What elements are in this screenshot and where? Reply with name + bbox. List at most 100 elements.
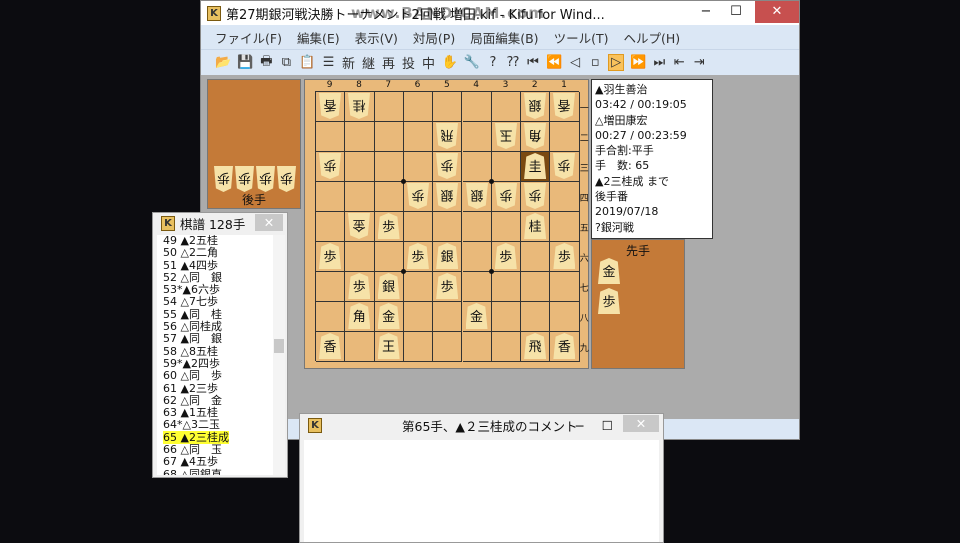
toolbar-button-icon[interactable]: 🖶 (259, 52, 273, 74)
piece-gote[interactable]: 歩 (553, 153, 575, 179)
toolbar-button-icon[interactable]: ⇥ (692, 55, 706, 70)
toolbar-button-icon[interactable]: 中 (422, 53, 436, 72)
board-cell[interactable] (433, 332, 463, 362)
kifu-move[interactable]: 64*△3二玉 (163, 419, 285, 431)
board-cell[interactable] (403, 122, 434, 152)
board-cell[interactable] (374, 152, 404, 182)
piece-gote[interactable]: 歩 (436, 153, 458, 179)
menu-item[interactable]: 編集(E) (297, 28, 340, 47)
board-cell[interactable] (316, 122, 346, 152)
toolbar-button-icon[interactable]: 💾 (237, 55, 253, 70)
piece-sente[interactable]: 金 (377, 303, 400, 329)
piece-sente[interactable]: 銀 (377, 273, 400, 299)
piece-sente[interactable]: 金 (465, 303, 488, 329)
board-cell[interactable] (491, 302, 522, 332)
piece-sente[interactable]: 角 (348, 303, 371, 329)
piece-sente[interactable]: 歩 (406, 243, 429, 269)
board-cell[interactable] (316, 302, 346, 332)
kifu-scrollbar[interactable] (273, 235, 285, 475)
board-cell[interactable] (345, 152, 375, 182)
board-cell[interactable] (521, 302, 551, 332)
board-cell[interactable] (345, 122, 375, 152)
kifu-list[interactable]: 49 ▲2五桂 50 △2二角 51 ▲4四歩 52 △同 銀 53*▲6六歩 54 △7… (157, 235, 285, 475)
board-cell[interactable] (521, 242, 551, 272)
board-cell[interactable] (550, 212, 580, 242)
board-cell[interactable] (462, 242, 492, 272)
toolbar-button-icon[interactable]: ◁ (568, 55, 582, 70)
board-cell[interactable] (462, 212, 492, 242)
piece-sente[interactable]: 王 (377, 333, 400, 359)
board-cell[interactable] (403, 332, 434, 362)
piece-gote[interactable]: 角 (524, 123, 546, 149)
board-cell[interactable] (462, 272, 492, 302)
board-cell[interactable] (491, 272, 522, 302)
board-cell[interactable] (316, 272, 346, 302)
toolbar-button-icon[interactable]: ✋ (442, 55, 458, 70)
comment-textarea[interactable] (304, 440, 659, 542)
toolbar-button-icon[interactable]: 投 (402, 53, 416, 72)
toolbar-button-icon[interactable]: ⏪ (546, 55, 562, 70)
board-cell[interactable] (403, 152, 434, 182)
menu-item[interactable]: 表示(V) (355, 28, 398, 47)
piece-gote[interactable]: 香 (319, 93, 341, 119)
board-cell[interactable] (462, 332, 492, 362)
board-cell[interactable] (374, 182, 404, 212)
piece-gote[interactable]: 香 (553, 93, 575, 119)
comment-close-button[interactable]: ✕ (623, 415, 659, 432)
piece-gote[interactable]: 飛 (436, 123, 458, 149)
board-cell[interactable] (491, 92, 522, 122)
toolbar-button-icon[interactable]: 📂 (215, 55, 231, 70)
piece-sente[interactable]: 圭 (524, 153, 547, 179)
board-cell[interactable] (550, 302, 580, 332)
shogi-board[interactable]: 987654321一二三四五六七八九香桂銀香飛玉角歩歩圭歩歩銀銀歩歩金歩桂歩歩銀… (304, 79, 589, 369)
toolbar-button-icon[interactable]: ☰ (322, 55, 336, 70)
toolbar-button-icon[interactable]: ? (486, 55, 500, 70)
toolbar-button-icon[interactable]: ⏩ (630, 55, 646, 70)
board-cell[interactable] (433, 92, 463, 122)
comment-maximize[interactable]: ☐ (602, 418, 613, 433)
toolbar-button-icon[interactable]: ⏭ (652, 55, 666, 70)
piece-sente[interactable]: 歩 (348, 273, 371, 299)
piece-gote[interactable]: 銀 (436, 183, 458, 209)
board-cell[interactable] (433, 302, 463, 332)
kifu-close-button[interactable]: ✕ (255, 214, 283, 231)
piece-gote[interactable]: 歩 (495, 183, 517, 209)
board-cell[interactable] (491, 152, 522, 182)
menu-item[interactable]: 局面編集(B) (470, 28, 538, 47)
hand-piece[interactable]: 金 (598, 258, 620, 284)
minimize-button[interactable]: − (693, 1, 719, 23)
board-cell[interactable] (433, 212, 463, 242)
comment-minimize[interactable]: − (575, 418, 585, 433)
toolbar-button-icon[interactable]: 再 (382, 53, 396, 72)
board-cell[interactable] (345, 242, 375, 272)
board-cell[interactable] (462, 152, 492, 182)
piece-sente[interactable]: 歩 (377, 213, 400, 239)
toolbar-button-icon[interactable]: 📋 (299, 55, 315, 70)
board-cell[interactable] (403, 272, 434, 302)
board-cell[interactable] (550, 182, 580, 212)
piece-gote[interactable]: 銀 (524, 93, 546, 119)
toolbar-button-icon[interactable]: 🔧 (464, 55, 480, 70)
board-cell[interactable] (550, 122, 580, 152)
toolbar-button-icon[interactable]: 継 (362, 53, 376, 72)
hand-piece[interactable]: 歩 (214, 166, 233, 192)
piece-gote[interactable]: 玉 (495, 123, 517, 149)
board-cell[interactable] (345, 182, 375, 212)
piece-sente[interactable]: 歩 (494, 243, 517, 269)
board-cell[interactable] (550, 272, 580, 302)
menu-item[interactable]: ヘルプ(H) (623, 28, 680, 47)
toolbar-button-icon[interactable]: ⏮ (526, 55, 540, 70)
board-cell[interactable] (374, 92, 404, 122)
toolbar-button-icon[interactable]: ▷ (608, 54, 625, 71)
hand-piece[interactable]: 歩 (235, 166, 254, 192)
hand-piece[interactable]: 歩 (598, 288, 620, 314)
board-cell[interactable] (521, 272, 551, 302)
piece-sente[interactable]: 歩 (319, 243, 341, 269)
board-cell[interactable] (491, 212, 522, 242)
board-cell[interactable] (403, 212, 434, 242)
hand-piece[interactable]: 歩 (256, 166, 275, 192)
piece-sente[interactable]: 香 (553, 333, 576, 359)
board-cell[interactable] (316, 212, 346, 242)
board-cell[interactable] (403, 302, 434, 332)
piece-gote[interactable]: 歩 (319, 153, 341, 179)
